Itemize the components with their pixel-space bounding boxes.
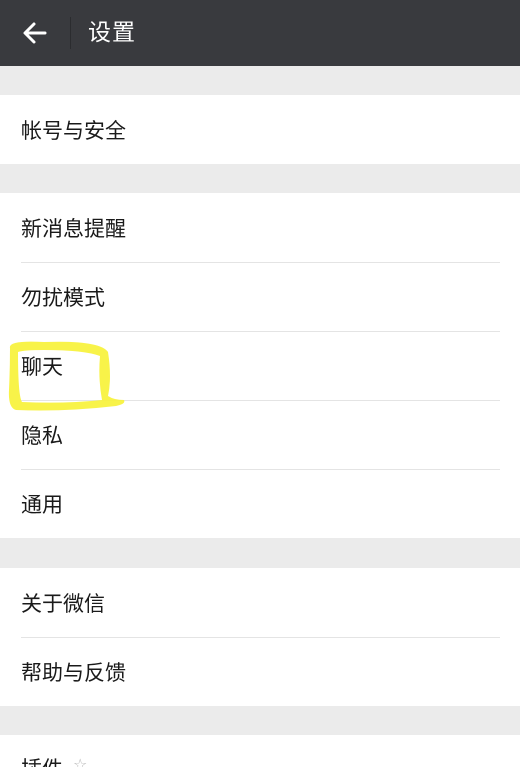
settings-item-new-message-alerts[interactable]: 新消息提醒: [0, 193, 520, 262]
back-button[interactable]: [0, 0, 70, 66]
settings-item-label: 新消息提醒: [21, 216, 126, 241]
settings-item-chat[interactable]: 聊天: [0, 331, 520, 400]
settings-item-label: 插件: [21, 753, 63, 767]
settings-item-plugins[interactable]: 插件 ☆: [0, 735, 520, 767]
settings-item-label: 通用: [21, 492, 63, 517]
star-icon: ☆: [73, 755, 88, 767]
page-title: 设置: [88, 20, 136, 46]
settings-item-label: 帮助与反馈: [21, 660, 126, 685]
settings-item-label: 隐私: [21, 423, 63, 448]
arrow-left-icon: [23, 22, 47, 44]
settings-group-account: 帐号与安全: [0, 95, 520, 164]
settings-group-general: 新消息提醒 勿扰模式 聊天 隐私 通用: [0, 193, 520, 538]
settings-item-label: 勿扰模式: [21, 285, 105, 310]
settings-item-label: 聊天: [21, 354, 63, 379]
settings-item-privacy[interactable]: 隐私: [0, 400, 520, 469]
settings-group-plugins: 插件 ☆: [0, 735, 520, 767]
settings-item-general[interactable]: 通用: [0, 469, 520, 538]
settings-item-help-feedback[interactable]: 帮助与反馈: [0, 637, 520, 706]
top-navigation-bar: 设置: [0, 0, 520, 66]
settings-item-label: 帐号与安全: [21, 118, 126, 143]
settings-item-do-not-disturb[interactable]: 勿扰模式: [0, 262, 520, 331]
settings-item-label: 关于微信: [21, 591, 105, 616]
settings-group-about: 关于微信 帮助与反馈: [0, 568, 520, 706]
settings-item-about-wechat[interactable]: 关于微信: [0, 568, 520, 637]
settings-item-account-security[interactable]: 帐号与安全: [0, 95, 520, 164]
header-divider: [70, 17, 71, 49]
